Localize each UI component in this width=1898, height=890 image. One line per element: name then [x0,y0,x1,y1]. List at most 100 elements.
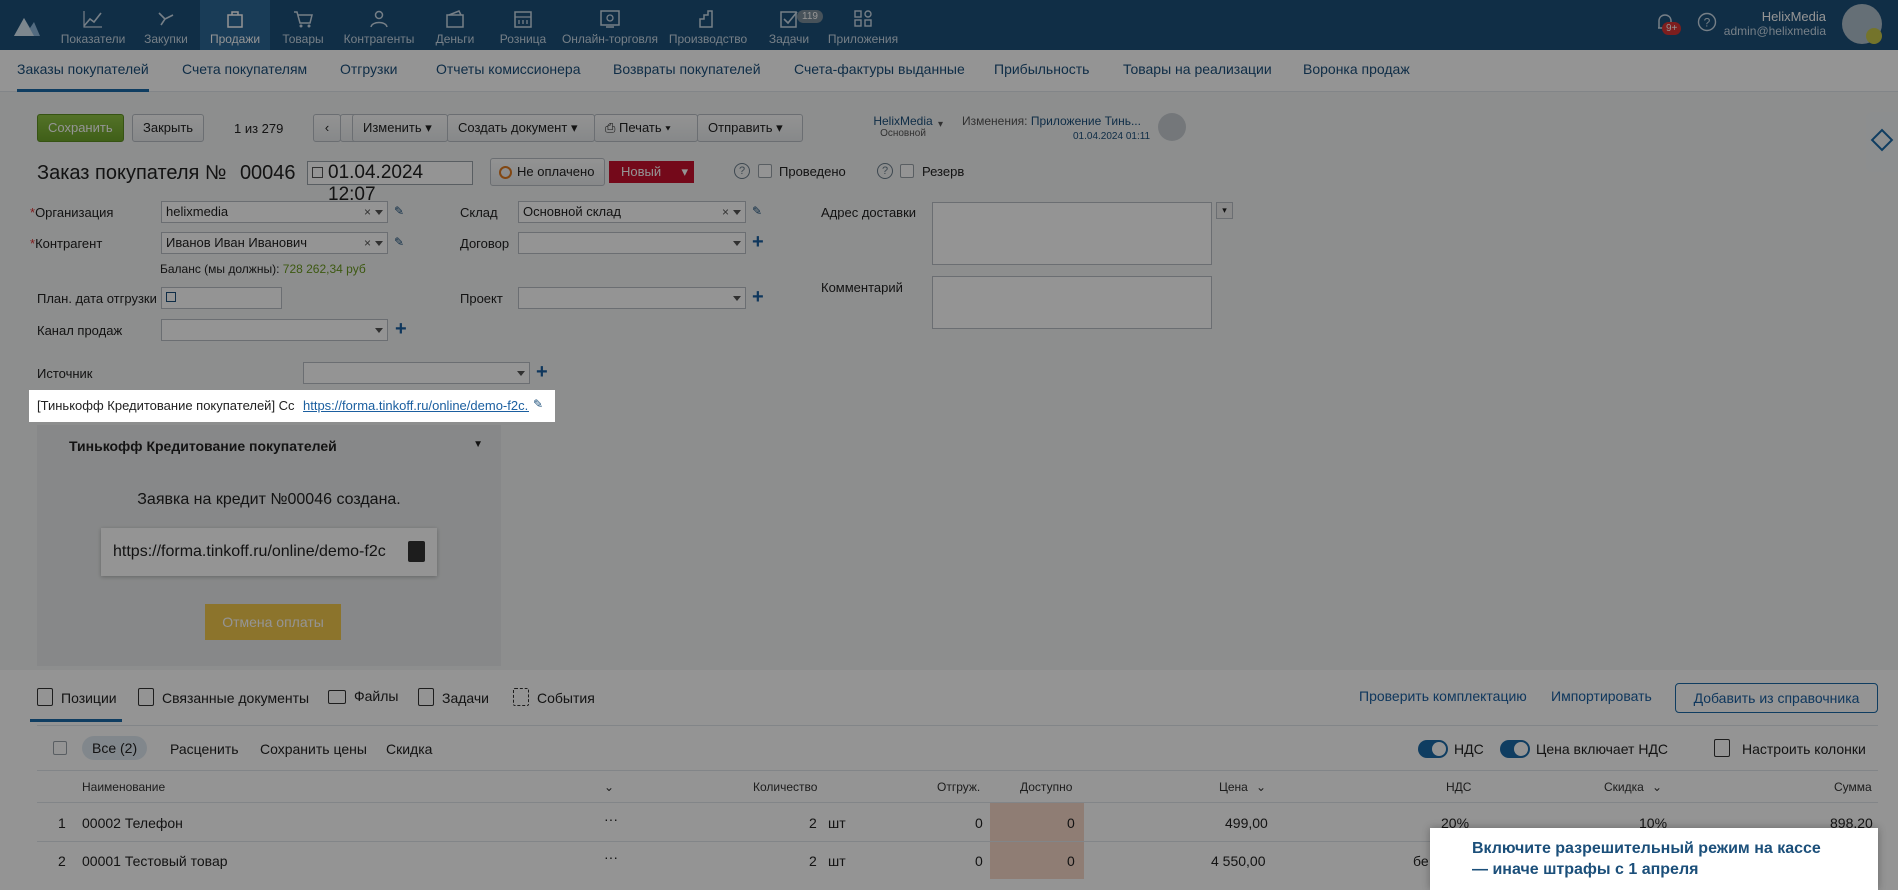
address-expand-button[interactable]: ▾ [1216,202,1233,219]
contract-select[interactable] [518,232,746,254]
help-icon[interactable]: ? [734,163,750,179]
add-icon[interactable]: + [752,232,764,252]
clear-icon[interactable]: × [364,233,371,253]
chevron-down-icon[interactable]: ⌄ [1652,780,1662,794]
edit-icon[interactable]: ✎ [394,235,404,249]
select-all-checkbox[interactable] [53,741,67,755]
tab-customer-invoices[interactable]: Счета покупателям [182,50,307,92]
tab-tasks[interactable]: Задачи [418,688,489,706]
add-icon[interactable]: + [536,362,548,382]
add-icon[interactable]: + [395,319,407,339]
row-price[interactable]: 4 550,00 [1211,853,1266,869]
date-field[interactable]: 01.04.2024 12:07 [307,161,473,205]
row-product-link[interactable]: 00002 Телефон [82,815,183,831]
tab-positions[interactable]: Позиции [37,688,117,706]
comment-field[interactable] [932,276,1212,329]
discount-link[interactable]: Скидка [386,741,432,757]
channel-select[interactable] [161,319,388,341]
help-icon[interactable]: ? [1697,12,1717,32]
edit-icon[interactable]: ✎ [394,204,404,218]
filter-all[interactable]: Все (2) [82,736,148,760]
edit-icon[interactable]: ✎ [752,204,762,218]
col-price[interactable]: Цена [1219,780,1248,794]
close-button[interactable]: Закрыть [132,114,205,142]
create-document-button[interactable]: Создать документ ▾ [447,114,595,142]
reserve-checkbox[interactable] [900,164,914,178]
doc-number[interactable]: 00046 [240,162,296,184]
org-selector[interactable]: HelixMedia Основной [873,114,933,139]
logo-icon[interactable] [12,12,42,38]
tab-related-docs[interactable]: Связанные документы [138,688,309,706]
changes-info[interactable]: Изменения: Приложение Тинь... [962,114,1141,128]
tab-sales-funnel[interactable]: Воронка продаж [1303,50,1410,92]
row-qty[interactable]: 2 [809,815,817,831]
tab-profitability[interactable]: Прибыльность [994,50,1089,92]
tab-files[interactable]: Файлы [328,688,398,704]
col-qty[interactable]: Количество [753,780,817,794]
caret-down-icon[interactable]: ▼ [473,439,483,450]
print-button[interactable]: ⎙ Печать ▾ [594,114,698,142]
settings-icon[interactable] [1714,739,1730,757]
tab-shipments[interactable]: Отгрузки [340,50,397,92]
tab-consignment-goods[interactable]: Товары на реализации [1123,50,1272,92]
chevron-down-icon[interactable]: ⌄ [1256,780,1266,794]
clear-icon[interactable]: × [722,202,729,222]
cancel-payment-button[interactable]: Отмена оплаты [205,604,341,640]
ship-date-field[interactable] [161,287,282,309]
send-button[interactable]: Отправить ▾ [697,114,803,142]
price-incl-vat-toggle[interactable] [1500,740,1530,758]
add-from-catalog-button[interactable]: Добавить из справочника [1675,683,1878,713]
col-vat[interactable]: НДС [1446,780,1471,794]
side-widget-button[interactable] [1866,112,1898,172]
tinkoff-url-field[interactable]: https://forma.tinkoff.ru/online/demo-f2c [101,528,437,576]
col-discount[interactable]: Скидка [1604,780,1644,794]
vat-toggle[interactable] [1418,740,1448,758]
configure-columns-link[interactable]: Настроить колонки [1742,741,1866,757]
save-prices-link[interactable]: Сохранить цены [260,741,367,757]
project-select[interactable] [518,287,746,309]
row-product-link[interactable]: 00001 Тестовый товар [82,853,228,869]
nav-indicators[interactable]: Показатели [58,0,128,50]
org-select[interactable]: helixmedia × [161,201,388,223]
row-price[interactable]: 499,00 [1225,815,1268,831]
tinkoff-link[interactable]: https://forma.tinkoff.ru/online/demo-f2c… [303,398,529,413]
more-icon[interactable]: ··· [604,849,618,865]
import-link[interactable]: Импортировать [1551,688,1652,704]
save-button[interactable]: Сохранить [37,114,124,142]
tab-customer-orders[interactable]: Заказы покупателей [17,50,149,92]
reprice-link[interactable]: Расценить [170,741,239,757]
check-kit-link[interactable]: Проверить комплектацию [1359,688,1527,704]
contractor-select[interactable]: Иванов Иван Иванович × [161,232,388,254]
chevron-down-icon[interactable]: ⌄ [604,780,614,794]
row-vat[interactable]: бе [1413,853,1429,869]
tab-commission-reports[interactable]: Отчеты комиссионера [436,50,581,92]
col-sum[interactable]: Сумма [1834,780,1872,794]
promo-toast[interactable]: Включите разрешительный режим на кассе —… [1430,828,1878,890]
warehouse-select[interactable]: Основной склад × [518,201,746,223]
row-qty[interactable]: 2 [809,853,817,869]
tab-issued-invoices[interactable]: Счета-фактуры выданные [794,50,965,92]
tab-events[interactable]: События [513,688,595,706]
nav-contractors[interactable]: Контрагенты [338,0,420,50]
nav-apps[interactable]: Приложения [825,0,901,50]
user-info[interactable]: HelixMedia admin@helixmedia [1724,9,1826,38]
nav-retail[interactable]: Розница [488,0,558,50]
posted-checkbox[interactable] [758,164,772,178]
nav-goods[interactable]: Товары [270,0,336,50]
help-icon[interactable]: ? [877,163,893,179]
col-shipped[interactable]: Отгруж. [937,780,980,794]
change-button[interactable]: Изменить ▾ [352,114,448,142]
nav-online-trade[interactable]: Онлайн-торговля [560,0,660,50]
address-field[interactable] [932,202,1212,265]
col-name[interactable]: Наименование [82,780,165,794]
state-dropdown[interactable]: Новый ▾ [609,161,694,183]
nav-purchases[interactable]: Закупки [132,0,200,50]
edit-icon[interactable]: ✎ [533,397,543,411]
add-icon[interactable]: + [752,287,764,307]
payment-status-button[interactable]: Не оплачено [490,158,606,186]
nav-production[interactable]: Производство [664,0,752,50]
more-icon[interactable]: ··· [604,811,618,827]
nav-sales[interactable]: Продажи [200,0,270,50]
nav-tasks[interactable]: Задачи [755,0,823,50]
col-available[interactable]: Доступно [1020,780,1072,794]
